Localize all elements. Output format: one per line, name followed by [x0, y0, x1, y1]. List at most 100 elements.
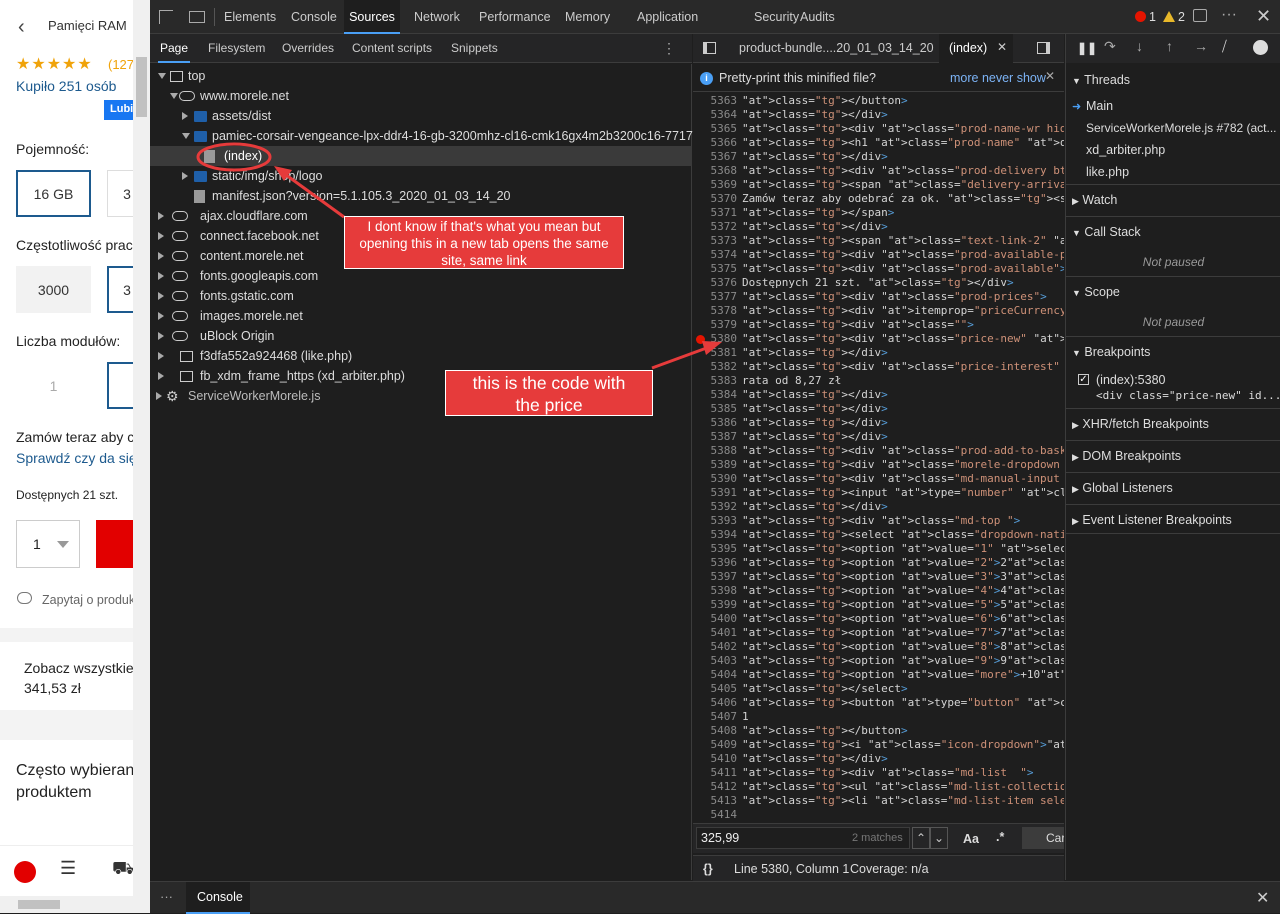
code-line[interactable]: "at">class="tg"></div> — [742, 220, 888, 234]
deactivate-breakpoints-icon[interactable]: ⧸ — [1222, 38, 1227, 55]
tree-node-domain-6[interactable]: uBlock Origin — [156, 326, 686, 346]
code-line[interactable]: "at">class="tg"><div "at">class="md-top … — [742, 514, 1020, 528]
tab-security[interactable]: Security — [754, 0, 799, 34]
cart-icon[interactable]: ⛟ — [112, 858, 135, 882]
close-devtools-icon[interactable]: ✕ — [1256, 6, 1271, 27]
cancel-search-button[interactable]: Car — [1022, 827, 1064, 849]
line-number[interactable]: 5371 — [693, 206, 738, 220]
line-number[interactable]: 5398 — [693, 584, 738, 598]
code-line[interactable]: "at">class="tg"><div "at">class="prod-av… — [742, 248, 1064, 262]
tree-node-domain[interactable]: www.morele.net — [168, 86, 686, 106]
logo-icon[interactable] — [14, 861, 36, 883]
line-number[interactable]: 5392 — [693, 500, 738, 514]
step-icon[interactable]: → — [1194, 38, 1208, 54]
section-scope[interactable]: ▼ Scope — [1066, 276, 1280, 306]
warning-count[interactable]: 2 — [1178, 10, 1185, 24]
tab-memory[interactable]: Memory — [565, 0, 610, 34]
code-line[interactable]: "at">class="tg"></div> — [742, 500, 888, 514]
drawer-tab-console[interactable]: Console — [186, 882, 250, 914]
line-number[interactable]: 5367 — [693, 150, 738, 164]
line-number[interactable]: 5379 — [693, 318, 738, 332]
code-line[interactable]: "at">class="tg"><option "at">value="2">2… — [742, 556, 1064, 570]
device-toggle-icon[interactable] — [189, 11, 205, 23]
editor-tab-bundle[interactable]: product-bundle....20_01_03_14_20 — [739, 41, 934, 55]
more-tabs-icon[interactable]: ⋮ — [662, 40, 676, 57]
add-to-cart-button[interactable] — [96, 520, 136, 568]
line-number[interactable]: 5363 — [693, 94, 738, 108]
code-line[interactable]: "at">class="tg"></div> — [742, 388, 888, 402]
section-event-listener-breakpoints[interactable]: ▶ Event Listener Breakpoints — [1066, 504, 1280, 534]
line-number[interactable]: 5408 — [693, 724, 738, 738]
match-case-button[interactable]: Aa — [963, 832, 979, 846]
check-delivery-link[interactable]: Sprawdź czy da się — [16, 450, 137, 466]
tab-elements[interactable]: Elements — [224, 0, 276, 34]
capacity-option-16gb[interactable]: 16 GB — [16, 170, 91, 217]
section-threads[interactable]: ▼ Threads — [1066, 65, 1280, 95]
tree-node-domain-4[interactable]: fonts.gstatic.com — [156, 286, 686, 306]
tree-node-static[interactable]: static/img/shop/logo — [180, 166, 686, 186]
pretty-print-button[interactable]: {} — [703, 862, 713, 876]
code-line[interactable]: "at">class="tg"><option "at">value="4">4… — [742, 584, 1064, 598]
code-line[interactable]: "at">class="tg"></div> — [742, 430, 888, 444]
thread-xd-arbiter[interactable]: xd_arbiter.php — [1086, 143, 1165, 157]
code-line[interactable]: "at">class="tg"></div> — [742, 150, 888, 164]
line-number[interactable]: 5388 — [693, 444, 738, 458]
code-line[interactable]: "at">class="tg"><option "at">value="more… — [742, 668, 1064, 682]
thread-main[interactable]: Main — [1086, 99, 1113, 113]
code-line[interactable]: "at">class="tg"><ul "at">class="md-list-… — [742, 780, 1064, 794]
breakpoint-checkbox[interactable]: ✓ — [1078, 374, 1089, 385]
line-number[interactable]: 5378 — [693, 304, 738, 318]
line-number[interactable]: 5387 — [693, 430, 738, 444]
code-line[interactable]: rata od 8,27 zł — [742, 374, 841, 388]
back-label[interactable]: Pamięci RAM — [48, 18, 127, 33]
line-number[interactable]: 5372 — [693, 220, 738, 234]
warning-icon[interactable] — [1163, 11, 1175, 22]
code-line[interactable]: "at">class="tg"></button> — [742, 724, 908, 738]
next-match-button[interactable]: ⌄ — [930, 827, 948, 849]
line-number[interactable]: 5399 — [693, 598, 738, 612]
thread-like[interactable]: like.php — [1086, 165, 1129, 179]
breakpoint-location[interactable]: (index):5380 — [1096, 373, 1166, 387]
tab-network[interactable]: Network — [414, 0, 460, 34]
code-line[interactable]: "at">class="tg"><div "at">class="prod-na… — [742, 122, 1064, 136]
tree-node-product-folder[interactable]: pamiec-corsair-vengeance-lpx-ddr4-16-gb-… — [180, 126, 707, 146]
code-line[interactable]: "at">class="tg"></div> — [742, 402, 888, 416]
line-number[interactable]: 5385 — [693, 402, 738, 416]
tree-node-domain-5[interactable]: images.morele.net — [156, 306, 686, 326]
close-tab-icon[interactable]: ✕ — [997, 40, 1007, 54]
error-icon[interactable] — [1135, 11, 1146, 22]
step-into-icon[interactable]: ↓ — [1136, 38, 1143, 54]
line-number[interactable]: 5411 — [693, 766, 738, 780]
code-line[interactable]: "at">class="tg"><div "at">class="prod-pr… — [742, 290, 1047, 304]
tab-performance[interactable]: Performance — [479, 0, 551, 34]
tree-node-top[interactable]: top — [156, 66, 686, 86]
horizontal-scrollbar[interactable] — [0, 896, 133, 913]
code-line[interactable]: Zamów teraz aby odebrać za ok. "at">clas… — [742, 192, 1064, 206]
code-line[interactable]: "at">class="tg"></button> — [742, 94, 908, 108]
line-number[interactable]: 5376 — [693, 276, 738, 290]
code-line[interactable]: "at">class="tg"><button "at">type="butto… — [742, 696, 1064, 710]
code-line[interactable]: "at">class="tg"></div> — [742, 346, 888, 360]
line-number[interactable]: 5401 — [693, 626, 738, 640]
code-line[interactable]: "at">class="tg"><option "at">value="8">8… — [742, 640, 1064, 654]
code-line[interactable]: "at">class="tg"><div "at">class="price-i… — [742, 360, 1064, 374]
code-line[interactable]: "at">class="tg"><div "at">class=""> — [742, 318, 974, 332]
line-number[interactable]: 5393 — [693, 514, 738, 528]
code-line[interactable]: "at">class="tg"><div "at">class="prod-ad… — [742, 444, 1064, 458]
tab-sources[interactable]: Sources — [344, 0, 400, 34]
line-number[interactable]: 5397 — [693, 570, 738, 584]
tab-content-scripts[interactable]: Content scripts — [352, 34, 432, 63]
line-number[interactable]: 5400 — [693, 612, 738, 626]
editor-tab-index[interactable]: (index) ✕ — [939, 34, 1013, 63]
line-number[interactable]: 5403 — [693, 654, 738, 668]
breakpoint-marker[interactable] — [696, 335, 705, 344]
ask-link[interactable]: Zapytaj o produk — [42, 593, 135, 607]
tree-node-domain-3[interactable]: fonts.googleapis.com — [156, 266, 686, 286]
close-drawer-icon[interactable]: ✕ — [1256, 888, 1269, 908]
code-line[interactable]: "at">class="tg"><li "at">class="md-list-… — [742, 794, 1064, 808]
code-line[interactable]: "at">class="tg"><option "at">value="6">6… — [742, 612, 1064, 626]
code-line[interactable]: "at">class="tg"><div "at">class="morele-… — [742, 458, 1064, 472]
tab-application[interactable]: Application — [637, 0, 698, 34]
section-watch[interactable]: ▶ Watch — [1066, 184, 1280, 214]
code-line[interactable]: "at">class="tg"><option "at">value="5">5… — [742, 598, 1064, 612]
